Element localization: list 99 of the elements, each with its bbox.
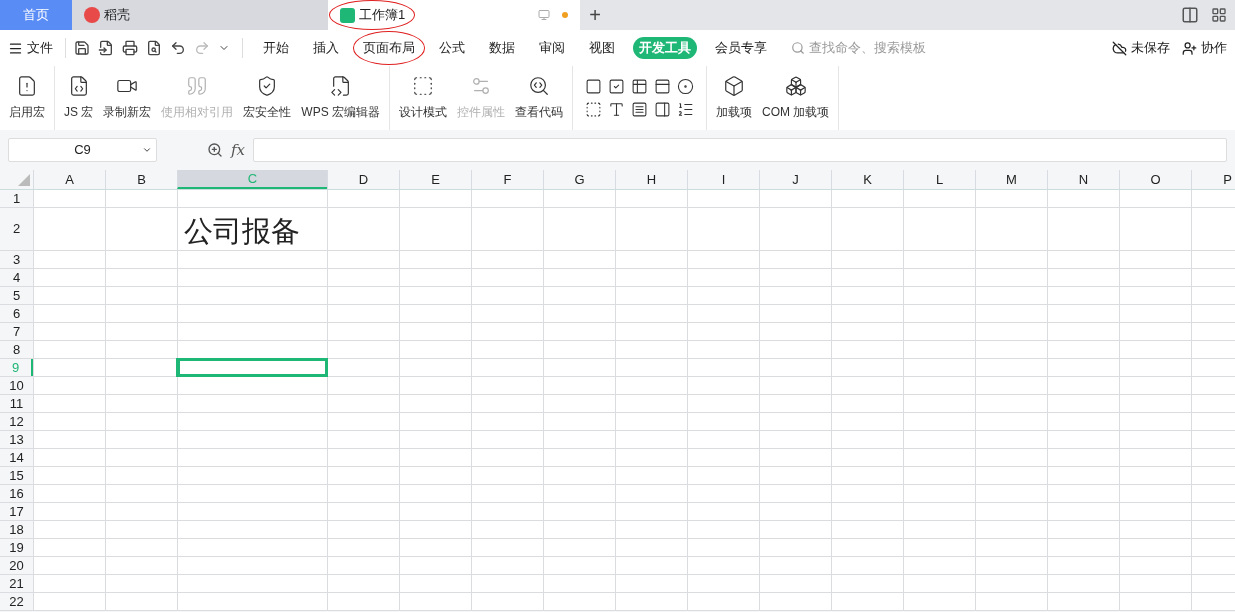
row-header[interactable]: 12: [0, 413, 33, 430]
tab-label: 稻壳: [104, 7, 130, 23]
ribbon-tab[interactable]: 视图: [583, 37, 621, 59]
ribbon-tab[interactable]: 开始: [257, 37, 295, 59]
column-header[interactable]: K: [831, 170, 903, 189]
function-icon[interactable]: fx: [231, 138, 245, 162]
document-tab[interactable]: 工作簿1: [328, 0, 580, 30]
row-header[interactable]: 4: [0, 269, 33, 286]
menu-icon: [8, 40, 23, 56]
cloud-icon: [1112, 40, 1127, 56]
row-header[interactable]: 17: [0, 503, 33, 520]
ribbon-button[interactable]: 加载项: [711, 66, 757, 130]
ribbon-tab[interactable]: 数据: [483, 37, 521, 59]
row-header[interactable]: 20: [0, 557, 33, 574]
row-header[interactable]: 21: [0, 575, 33, 592]
spreadsheet-logo-icon: [340, 7, 355, 23]
row-header[interactable]: 14: [0, 449, 33, 466]
docer-logo-icon: [84, 7, 100, 23]
ribbon-icon: [528, 75, 550, 97]
ribbon-icon: [784, 75, 807, 97]
print-preview-icon[interactable]: [146, 40, 162, 56]
column-header[interactable]: I: [687, 170, 759, 189]
row-header[interactable]: 13: [0, 431, 33, 448]
row-header[interactable]: 22: [0, 593, 33, 610]
ribbon-button[interactable]: 查看代码: [510, 66, 568, 130]
ribbon-icon: [412, 75, 434, 97]
ribbon-button[interactable]: WPS 宏编辑器: [296, 66, 385, 130]
column-header[interactable]: N: [1047, 170, 1119, 189]
form-control-icon[interactable]: [677, 101, 694, 118]
formula-input-field[interactable]: [253, 138, 1227, 162]
row-header[interactable]: 8: [0, 341, 33, 358]
undo-icon[interactable]: [170, 40, 186, 56]
row-header[interactable]: 1: [0, 190, 33, 207]
row-header[interactable]: 2: [0, 208, 33, 250]
form-control-icon[interactable]: [654, 101, 671, 118]
ribbon-icon: [16, 75, 38, 97]
window-layout-icon[interactable]: [1181, 6, 1199, 24]
row-header[interactable]: 11: [0, 395, 33, 412]
column-header[interactable]: J: [759, 170, 831, 189]
file-menu[interactable]: 文件: [8, 38, 61, 58]
row-header[interactable]: 5: [0, 287, 33, 304]
row-header[interactable]: 18: [0, 521, 33, 538]
row-header[interactable]: 15: [0, 467, 33, 484]
collaborate-button[interactable]: 协作: [1182, 38, 1227, 58]
ribbon-tab[interactable]: 页面布局: [357, 37, 421, 59]
ribbon-icon: [723, 75, 745, 97]
row-header[interactable]: 16: [0, 485, 33, 502]
column-header[interactable]: P: [1191, 170, 1235, 189]
ribbon-button[interactable]: JS 宏: [59, 66, 99, 130]
row-header[interactable]: 6: [0, 305, 33, 322]
print-icon[interactable]: [122, 40, 138, 56]
name-box[interactable]: C9: [8, 138, 157, 162]
form-control-icon[interactable]: [585, 78, 602, 95]
form-control-icon[interactable]: [608, 101, 625, 118]
grid-icon[interactable]: [1211, 7, 1227, 23]
row-header[interactable]: 7: [0, 323, 33, 340]
ribbon-button[interactable]: 设计模式: [394, 66, 452, 130]
ribbon-tab[interactable]: 会员专享: [709, 37, 773, 59]
ribbon-button[interactable]: 启用宏: [4, 66, 50, 130]
selected-cell-outline[interactable]: [178, 359, 327, 376]
column-header[interactable]: E: [399, 170, 471, 189]
row-header[interactable]: 19: [0, 539, 33, 556]
tab-label: 工作簿1: [359, 7, 406, 23]
ribbon-button[interactable]: COM 加载项: [757, 66, 835, 130]
ribbon-button[interactable]: 宏安全性: [238, 66, 297, 130]
document-tab[interactable]: 稻壳: [72, 0, 328, 30]
ribbon-tab[interactable]: 公式: [433, 37, 471, 59]
form-control-icon[interactable]: [631, 101, 648, 118]
ribbon-tab[interactable]: 插入: [307, 37, 345, 59]
ribbon-button[interactable]: 录制新宏: [98, 66, 157, 130]
zoom-icon[interactable]: [207, 142, 223, 158]
ribbon-icon: [329, 75, 352, 97]
search-icon: [791, 41, 805, 55]
column-header[interactable]: O: [1119, 170, 1191, 189]
column-header[interactable]: A: [33, 170, 105, 189]
column-header[interactable]: G: [543, 170, 615, 189]
save-icon[interactable]: [74, 40, 90, 56]
new-tab-button[interactable]: +: [580, 0, 610, 30]
column-header[interactable]: D: [327, 170, 399, 189]
save-status-button[interactable]: 未保存: [1112, 38, 1170, 58]
row-header[interactable]: 10: [0, 377, 33, 394]
ribbon-icon: [186, 75, 209, 97]
dropdown-caret-icon: [142, 145, 152, 155]
add-user-icon: [1182, 40, 1197, 56]
ribbon-icon: [470, 75, 492, 97]
form-control-icon[interactable]: [631, 78, 648, 95]
column-header[interactable]: L: [903, 170, 975, 189]
form-control-icon[interactable]: [654, 78, 671, 95]
form-control-icon[interactable]: [677, 78, 694, 95]
form-control-icon[interactable]: [608, 78, 625, 95]
row-header[interactable]: 3: [0, 251, 33, 268]
tab-label: 首页: [23, 7, 49, 23]
column-header[interactable]: M: [975, 170, 1047, 189]
column-header[interactable]: H: [615, 170, 687, 189]
ribbon-tab[interactable]: 审阅: [533, 37, 571, 59]
form-control-icon[interactable]: [585, 101, 602, 118]
export-icon[interactable]: [98, 40, 114, 56]
table-cell: 公司报备: [177, 208, 327, 250]
column-header[interactable]: F: [471, 170, 543, 189]
